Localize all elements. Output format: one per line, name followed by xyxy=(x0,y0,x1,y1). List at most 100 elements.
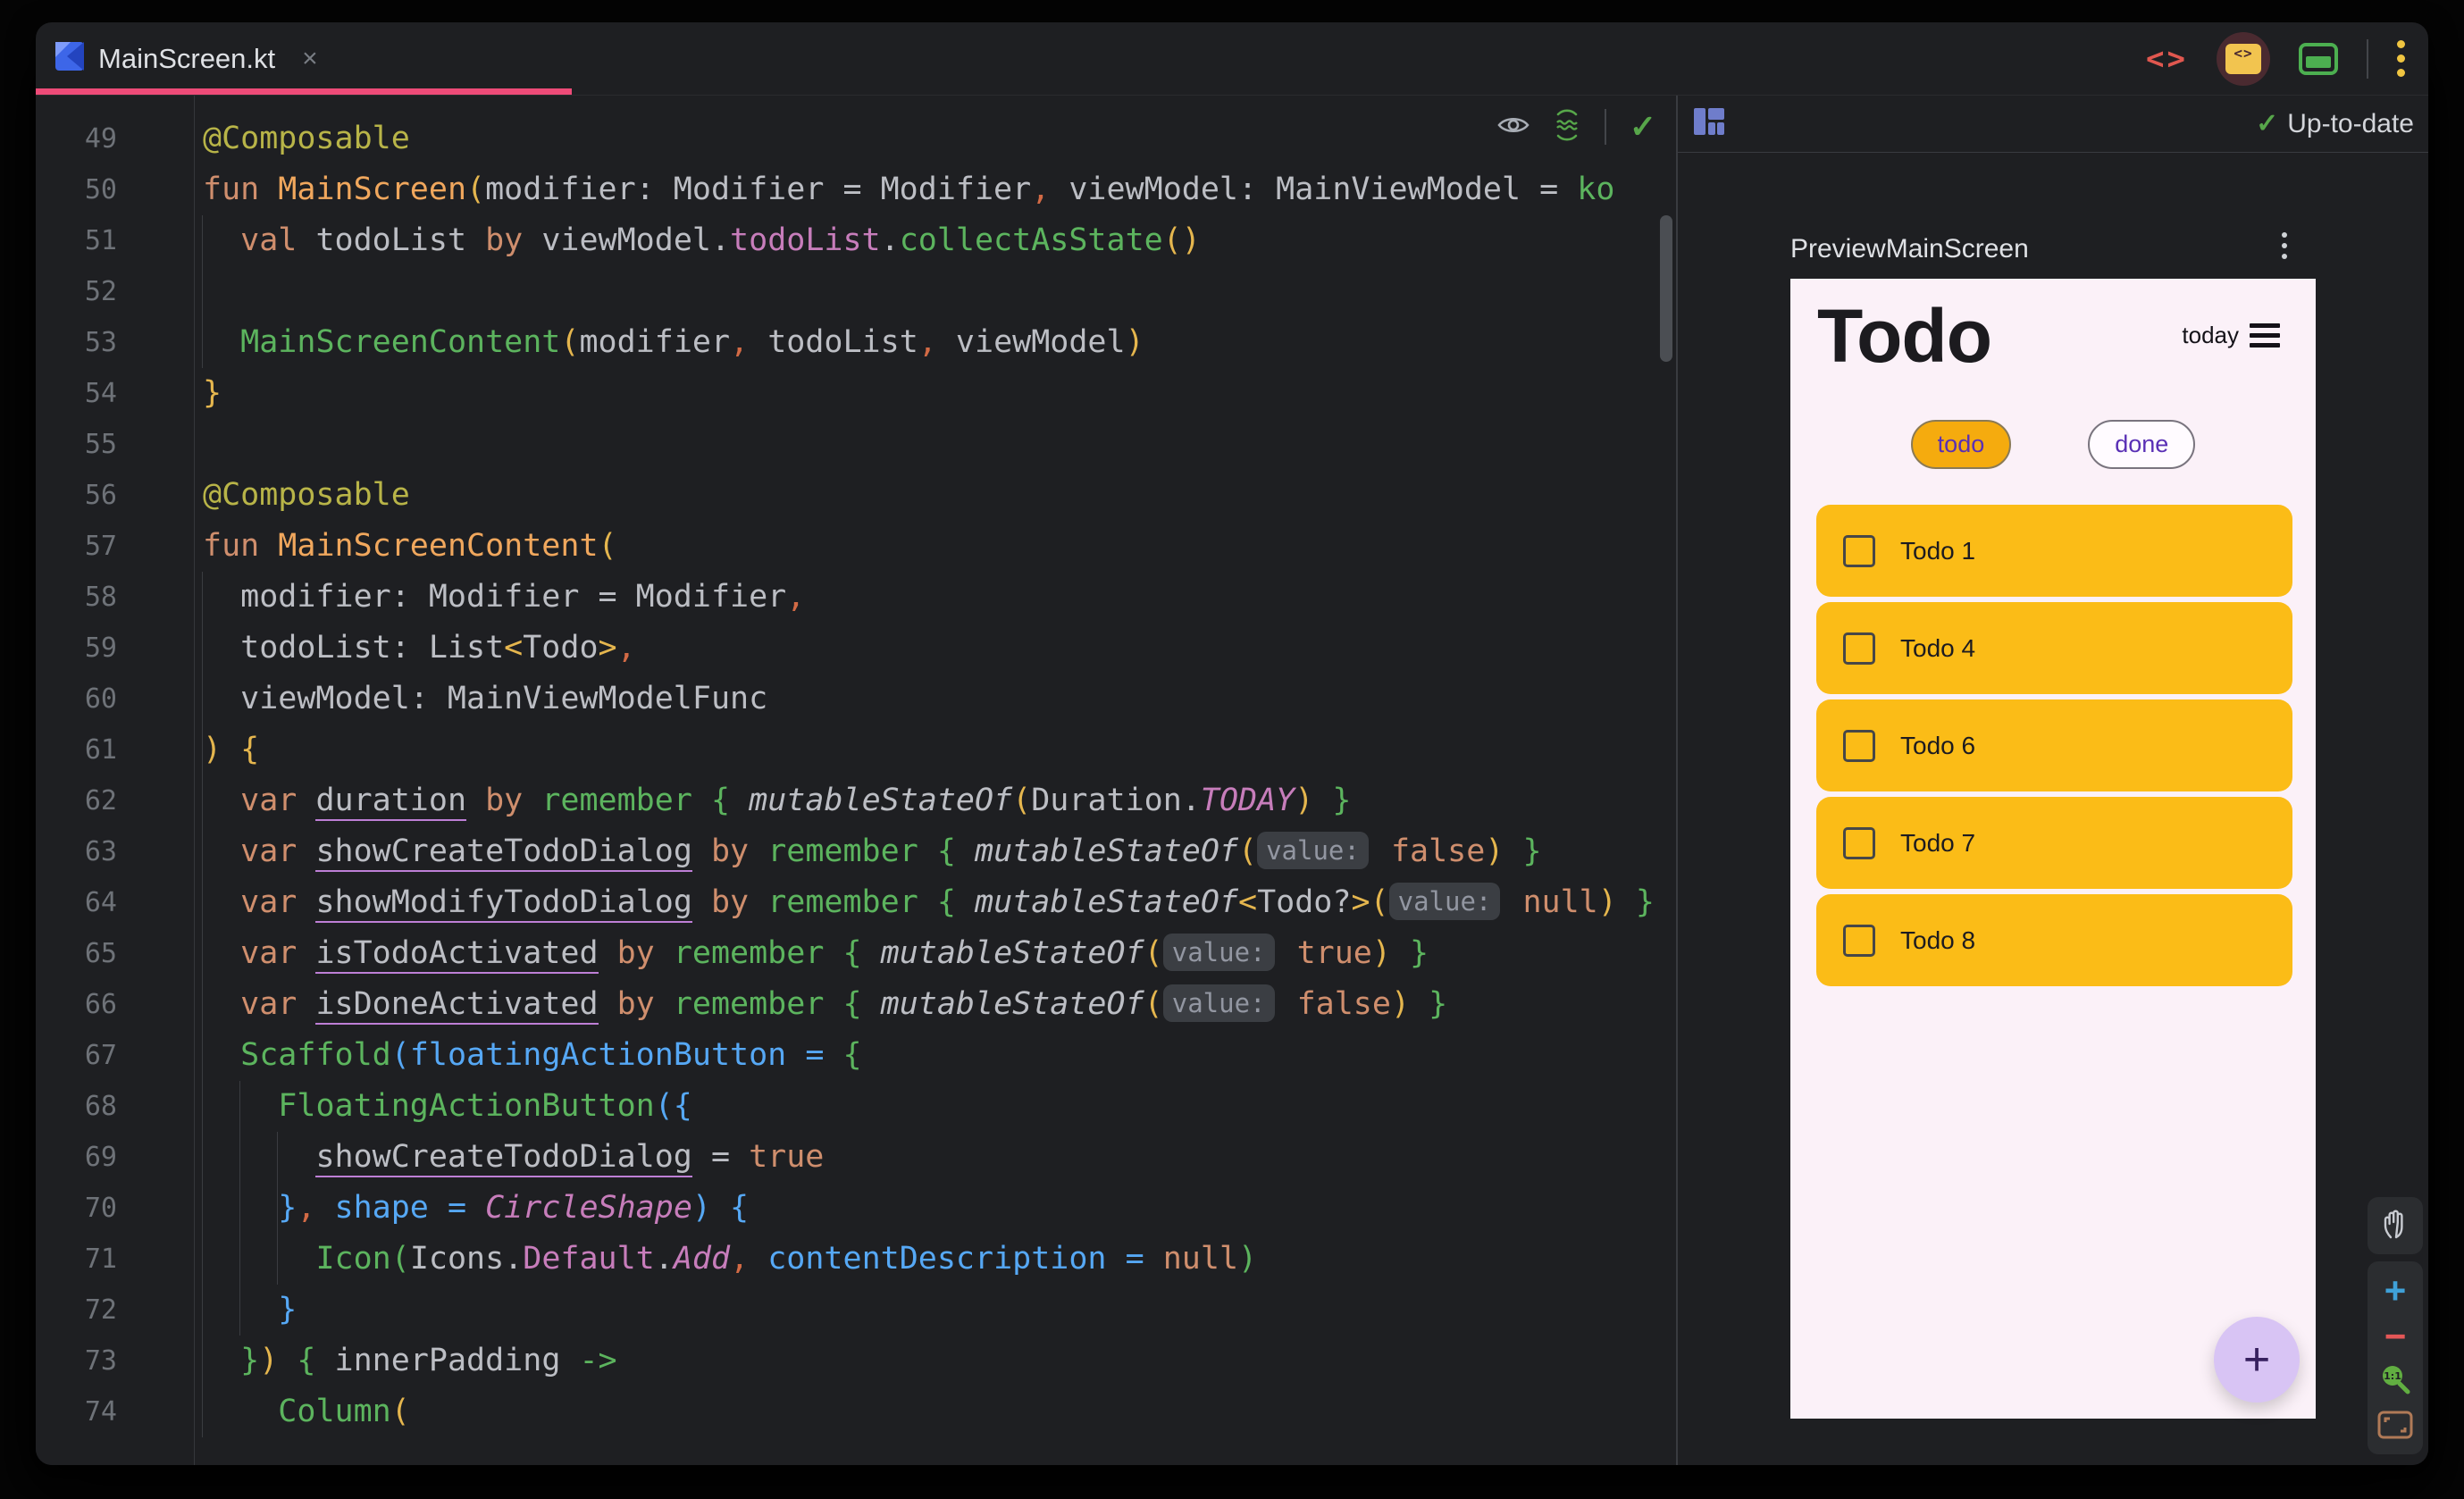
toolbar-divider xyxy=(2367,38,2368,79)
code-line: @Composable xyxy=(203,121,410,156)
line-number: 67 xyxy=(84,1040,117,1071)
status-text: Up-to-date xyxy=(2287,108,2414,138)
kotlin-file-icon xyxy=(55,42,84,75)
line-number: 62 xyxy=(84,785,117,816)
code-line: Column( xyxy=(278,1394,410,1429)
active-tab-underline xyxy=(36,88,572,95)
overlay-divider xyxy=(1604,109,1606,145)
code-line: } xyxy=(203,375,222,411)
todo-list: Todo 1 Todo 4 Todo 6 Todo 7 Todo 8 xyxy=(1816,505,2292,986)
close-icon[interactable]: × xyxy=(302,44,318,74)
code-line: FloatingActionButton({ xyxy=(278,1088,692,1124)
code-line: var showCreateTodoDialog by remember { m… xyxy=(203,826,1676,877)
layout-grid-icon[interactable] xyxy=(1694,108,1724,139)
todo-label: Todo 8 xyxy=(1900,925,1976,954)
line-number: 72 xyxy=(84,1294,117,1326)
line-number: 54 xyxy=(84,378,117,409)
editor-tab-bar: MainScreen.kt × <> <> xyxy=(36,22,2428,96)
more-options-icon[interactable] xyxy=(2397,40,2405,77)
todo-checkbox[interactable] xyxy=(1843,826,1875,859)
code-editor[interactable]: 49 50 51 52 53 54 55 56 57 58 59 60 61 62 63 64 65 66 67 68… xyxy=(36,96,1676,1465)
pan-tool-button[interactable] xyxy=(2368,1197,2423,1254)
filter-chip-done[interactable]: done xyxy=(2088,420,2196,469)
no-problems-check-icon[interactable]: ✓ xyxy=(1630,108,1656,146)
preview-options-icon[interactable] xyxy=(2282,232,2287,259)
line-number: 51 xyxy=(84,225,117,256)
zoom-to-fit-button[interactable] xyxy=(2377,1411,2413,1444)
todo-checkbox[interactable] xyxy=(1843,924,1875,957)
code-line: } xyxy=(278,1292,298,1327)
code-line: todoList: List<Todo>, xyxy=(203,630,636,666)
tab-mainscreen-kt[interactable]: MainScreen.kt × xyxy=(36,22,572,95)
check-icon: ✓ xyxy=(2256,109,2279,138)
editor-gutter: 49 50 51 52 53 54 55 56 57 58 59 60 61 62 63 64 65 66 67 68… xyxy=(36,113,117,1437)
todo-label: Todo 7 xyxy=(1900,828,1976,857)
todo-card[interactable]: Todo 4 xyxy=(1816,602,2292,694)
line-number: 74 xyxy=(84,1396,117,1428)
menu-label: today xyxy=(2182,322,2239,348)
code-line: fun MainScreenContent( xyxy=(203,528,617,564)
zoom-in-button[interactable]: + xyxy=(2384,1272,2407,1310)
line-number: 60 xyxy=(84,683,117,715)
inspections-icon[interactable] xyxy=(1553,109,1581,146)
hamburger-icon[interactable] xyxy=(2250,323,2280,348)
todo-card[interactable]: Todo 7 xyxy=(1816,797,2292,889)
tab-title: MainScreen.kt xyxy=(98,42,276,74)
code-line: viewModel: MainViewModelFunc xyxy=(203,681,768,716)
today-menu[interactable]: today xyxy=(2182,322,2280,349)
ide-window: MainScreen.kt × <> <> 49 50 51 52 53 54 55 56 57… xyxy=(36,22,2428,1465)
todo-checkbox[interactable] xyxy=(1843,632,1875,665)
code-view-icon[interactable]: <> xyxy=(2146,41,2188,77)
todo-card[interactable]: Todo 8 xyxy=(1816,894,2292,986)
line-number: 49 xyxy=(84,123,117,155)
todo-card[interactable]: Todo 1 xyxy=(1816,505,2292,597)
line-number: 71 xyxy=(84,1244,117,1275)
line-number: 58 xyxy=(84,582,117,613)
line-number: 53 xyxy=(84,327,117,358)
app-title: Todo xyxy=(1817,294,1992,378)
split-view-button[interactable]: <> xyxy=(2217,31,2270,86)
line-number: 57 xyxy=(84,531,117,562)
build-status: ✓ Up-to-date xyxy=(2256,108,2414,139)
todo-checkbox[interactable] xyxy=(1843,534,1875,567)
todo-card[interactable]: Todo 6 xyxy=(1816,699,2292,791)
code-line: Scaffold(floatingActionButton = { xyxy=(240,1037,862,1073)
filter-row: todo done xyxy=(1790,420,2316,469)
todo-label: Todo 6 xyxy=(1900,731,1976,759)
preview-name-label: PreviewMainScreen xyxy=(1790,234,2029,264)
code-line: Icon(Icons.Default.Add, contentDescripti… xyxy=(315,1241,1258,1277)
preview-eye-icon[interactable] xyxy=(1497,113,1530,141)
line-number: 59 xyxy=(84,632,117,664)
design-view-icon[interactable] xyxy=(2299,42,2338,75)
code-line: val todoList by viewModel.todoList.colle… xyxy=(240,222,1201,258)
zoom-controls: + − 1:1 xyxy=(2368,1261,2423,1454)
code-line: MainScreenContent(modifier, todoList, vi… xyxy=(240,324,1144,360)
code-line: @Composable xyxy=(203,477,410,513)
zoom-100-button[interactable]: 1:1 xyxy=(2377,1362,2413,1403)
preview-toolbar: ✓ Up-to-date xyxy=(1678,96,2428,153)
add-todo-fab[interactable]: + xyxy=(2214,1317,2300,1403)
line-number: 73 xyxy=(84,1345,117,1377)
line-number: 65 xyxy=(84,938,117,969)
code-line: fun MainScreen(modifier: Modifier = Modi… xyxy=(203,172,1615,207)
zoom-out-button[interactable]: − xyxy=(2384,1317,2407,1355)
code-lines: @Composable fun MainScreen(modifier: Modi… xyxy=(203,113,1676,1437)
code-line: }) { innerPadding -> xyxy=(240,1343,617,1378)
svg-text:1:1: 1:1 xyxy=(2384,1370,2401,1382)
line-number: 66 xyxy=(84,989,117,1020)
todo-label: Todo 4 xyxy=(1900,633,1976,662)
line-number: 64 xyxy=(84,887,117,918)
code-line: var isTodoActivated by remember { mutabl… xyxy=(203,928,1676,979)
split-view-icon: <> xyxy=(2225,43,2261,74)
editor-scrollbar[interactable] xyxy=(1660,215,1672,362)
compose-preview-panel: ✓ Up-to-date PreviewMainScreen Todo toda… xyxy=(1678,96,2428,1465)
line-number: 69 xyxy=(84,1142,117,1173)
line-number: 68 xyxy=(84,1091,117,1122)
todo-checkbox[interactable] xyxy=(1843,729,1875,762)
code-line: ) { xyxy=(203,732,260,767)
code-line: showCreateTodoDialog = true xyxy=(203,1132,1676,1183)
todo-label: Todo 1 xyxy=(1900,536,1976,565)
filter-chip-todo[interactable]: todo xyxy=(1910,420,2012,469)
